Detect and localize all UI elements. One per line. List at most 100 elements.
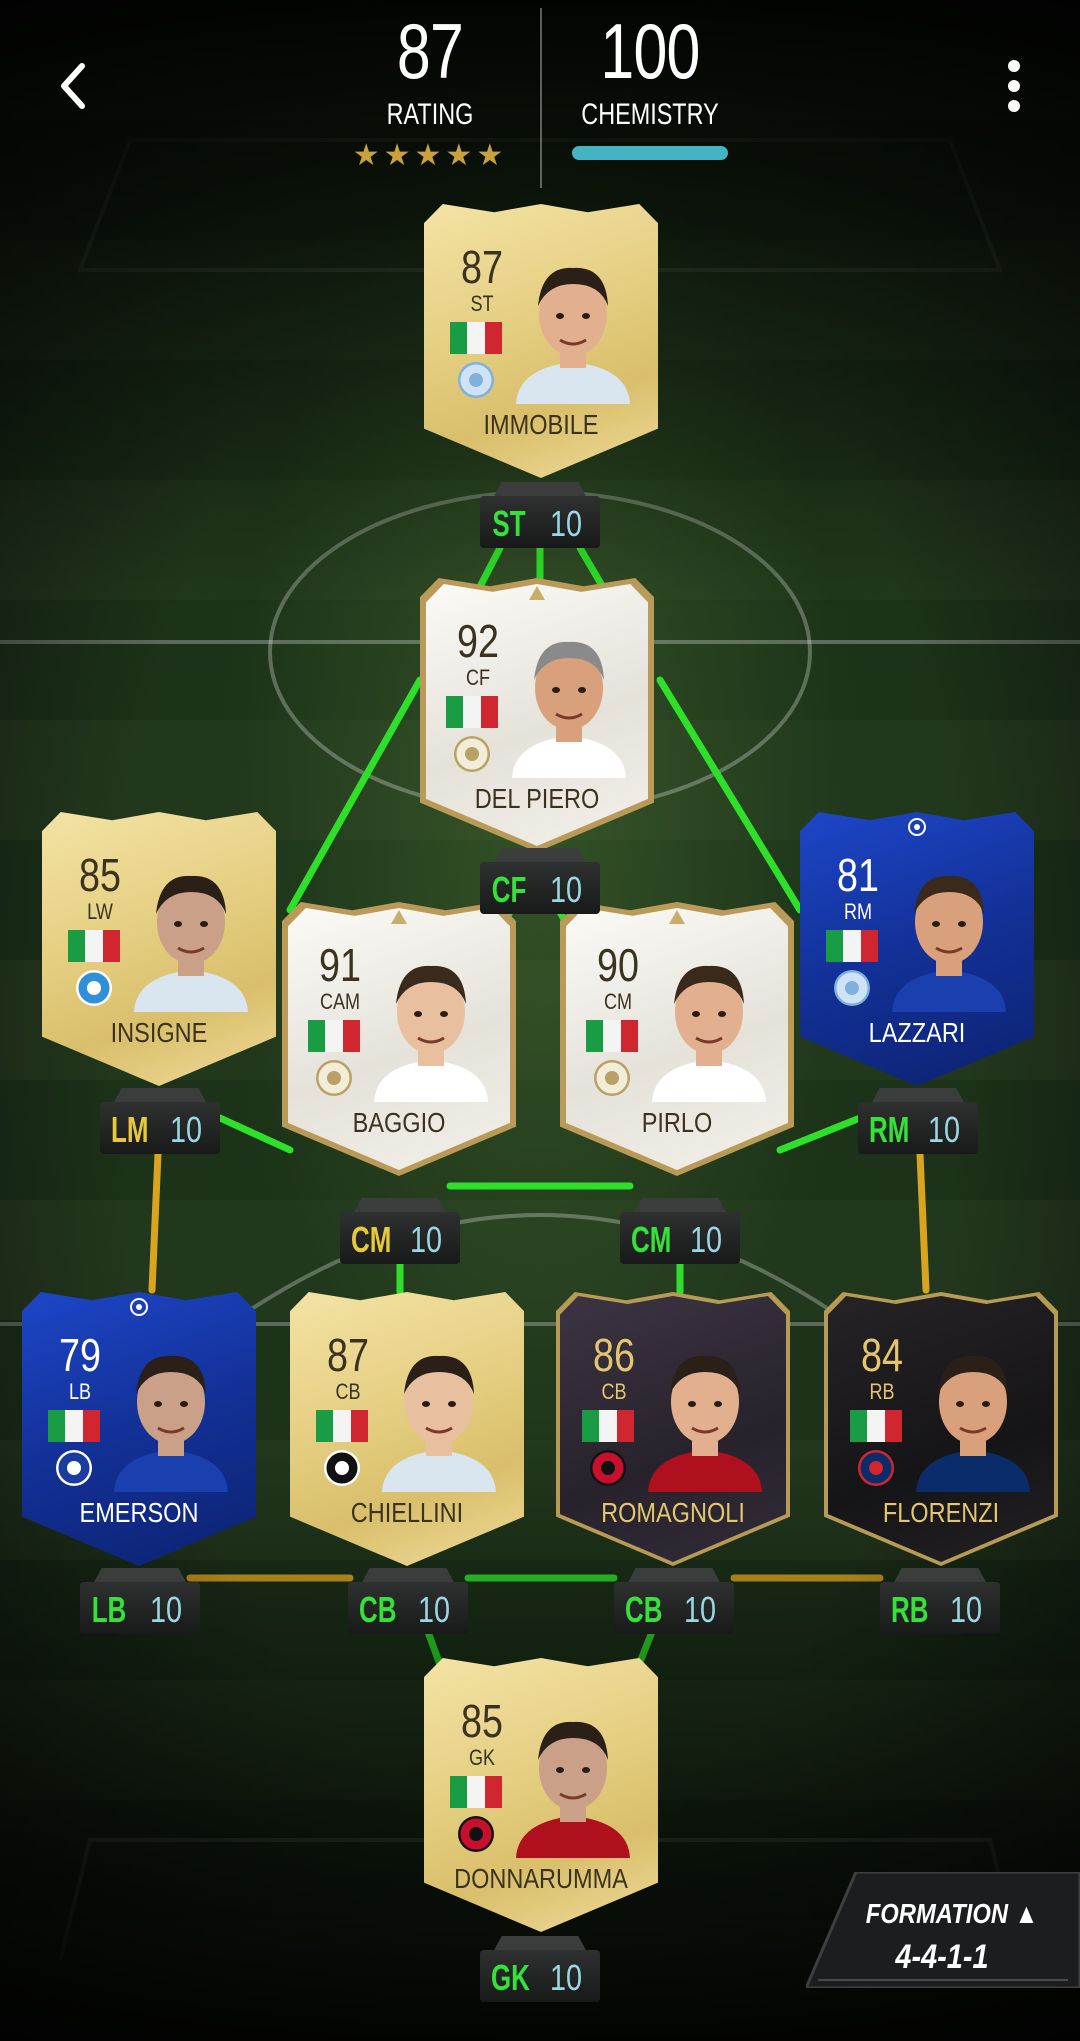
player-rating: 84 [861,1329,903,1381]
player-card-lazzari[interactable]: 81 RM LAZZARI [800,812,1034,1086]
slot-chemistry: 10 [683,1589,717,1630]
slot-chemistry: 10 [549,503,583,544]
player-card-pirlo[interactable]: 90 CM PIRLO [560,902,794,1176]
player-card-delpiero[interactable]: 92 CF DEL PIERO [420,578,654,852]
player-name: FLORENZI [882,1497,1000,1528]
slot-chemistry: 10 [149,1589,183,1630]
squad-screen: 87 ST IMMOBILE 92 CF DEL PIERO 85 LW INSIGNE 91 CA… [0,0,1080,2041]
slot-position: CM [351,1219,392,1260]
player-card-insigne[interactable]: 85 LW INSIGNE [42,812,276,1086]
header-divider [540,8,542,188]
player-position: CB [335,1379,361,1404]
player-position: RM [843,899,873,924]
slot-chemistry: 10 [417,1589,451,1630]
chemistry-link-green [216,1114,294,1154]
club-badge-icon-icon [594,1060,630,1096]
position-slot-st[interactable]: ST 10 [480,482,600,548]
slot-position: ST [492,503,526,544]
italy-flag-icon [48,1410,100,1442]
club-badge-icon-napoli [76,970,112,1006]
chemistry-value: 100 [600,7,700,95]
player-portrait-pirlo [652,965,766,1102]
player-card-emerson[interactable]: 79 LB EMERSON [22,1292,256,1566]
player-position: CAM [319,989,361,1014]
position-slot-cm2[interactable]: CM 10 [620,1198,740,1264]
squad-chemistry: 100 CHEMISTRY [560,8,740,160]
position-slot-lm[interactable]: LM 10 [100,1088,220,1154]
player-rating: 86 [593,1329,635,1381]
italy-flag-icon [308,1020,360,1052]
chemistry-link-yellow [148,1150,162,1294]
club-badge-icon-lazio [458,362,494,398]
position-slot-cb1[interactable]: CB 10 [348,1568,468,1634]
player-position: RB [869,1379,895,1404]
player-portrait-donnarumma [516,1721,630,1858]
position-slot-rb[interactable]: RB 10 [880,1568,1000,1634]
club-badge-icon-milan [590,1450,626,1486]
player-name: LAZZARI [868,1017,966,1048]
player-position: CM [603,989,633,1014]
club-badge-icon-icon [454,736,490,772]
formation-button[interactable]: FORMATION ▲ 4-4-1-1 [803,1870,1080,1990]
position-slot-lb[interactable]: LB 10 [80,1568,200,1634]
back-button[interactable] [52,58,100,114]
chevron-left-icon [61,63,85,109]
player-name: CHIELLINI [350,1497,464,1528]
more-vertical-icon [1008,60,1020,112]
position-slot-gk[interactable]: GK 10 [480,1936,600,2002]
player-rating: 81 [837,849,879,901]
position-slot-cf[interactable]: CF 10 [480,848,600,914]
slot-position: GK [491,1957,530,1998]
club-badge-icon-chelsea [56,1450,92,1486]
player-position: LB [68,1379,92,1404]
player-portrait-immobile [516,267,630,404]
more-menu-button[interactable] [994,58,1034,114]
player-position: CF [465,665,491,690]
italy-flag-icon [450,322,502,354]
position-slot-rm[interactable]: RM 10 [858,1088,978,1154]
slot-position: CM [631,1219,672,1260]
player-portrait-baggio [374,965,488,1102]
player-card-baggio[interactable]: 91 CAM BAGGIO [282,902,516,1176]
player-portrait-delpiero [512,641,626,778]
player-card-florenzi[interactable]: 84 RB FLORENZI [824,1292,1058,1566]
italy-flag-icon [582,1410,634,1442]
player-card-romagnoli[interactable]: 86 CB ROMAGNOLI [556,1292,790,1566]
champions-league-icon [130,1298,148,1316]
club-badge-icon-milan [458,1816,494,1852]
player-position: GK [468,1745,496,1770]
player-name: IMMOBILE [483,409,599,440]
player-name: ROMAGNOLI [601,1497,745,1528]
player-card-immobile[interactable]: 87 ST IMMOBILE [424,204,658,478]
italy-flag-icon [586,1020,638,1052]
icon-crest-icon [669,910,685,924]
italy-flag-icon [826,930,878,962]
player-card-donnarumma[interactable]: 85 GK DONNARUMMA [424,1658,658,1932]
position-slot-cb2[interactable]: CB 10 [614,1568,734,1634]
player-rating: 92 [457,615,499,667]
slot-chemistry: 10 [689,1219,723,1260]
club-badge-icon-lazio [834,970,870,1006]
squad-rating: 87 RATING ★★★★★ [340,8,520,173]
player-rating: 90 [597,939,639,991]
rating-stars: ★★★★★ [352,139,508,172]
slot-position: RM [869,1109,910,1150]
italy-flag-icon [850,1410,902,1442]
player-position: CB [601,1379,627,1404]
player-card-chiellini[interactable]: 87 CB CHIELLINI [290,1292,524,1566]
slot-chemistry: 10 [549,869,583,910]
formation-label: FORMATION ▲ [865,1898,1039,1929]
rating-value: 87 [396,7,464,95]
slot-chemistry: 10 [169,1109,203,1150]
player-name: PIRLO [641,1107,713,1138]
player-position: ST [470,291,494,316]
player-name: INSIGNE [110,1017,208,1048]
player-name: DEL PIERO [474,783,600,814]
italy-flag-icon [446,696,498,728]
position-slot-cm1[interactable]: CM 10 [340,1198,460,1264]
player-portrait-lazzari [892,875,1006,1012]
player-rating: 85 [461,1695,503,1747]
slot-position: CB [359,1589,397,1630]
player-rating: 87 [461,241,503,293]
chemistry-link-yellow [916,1150,930,1294]
